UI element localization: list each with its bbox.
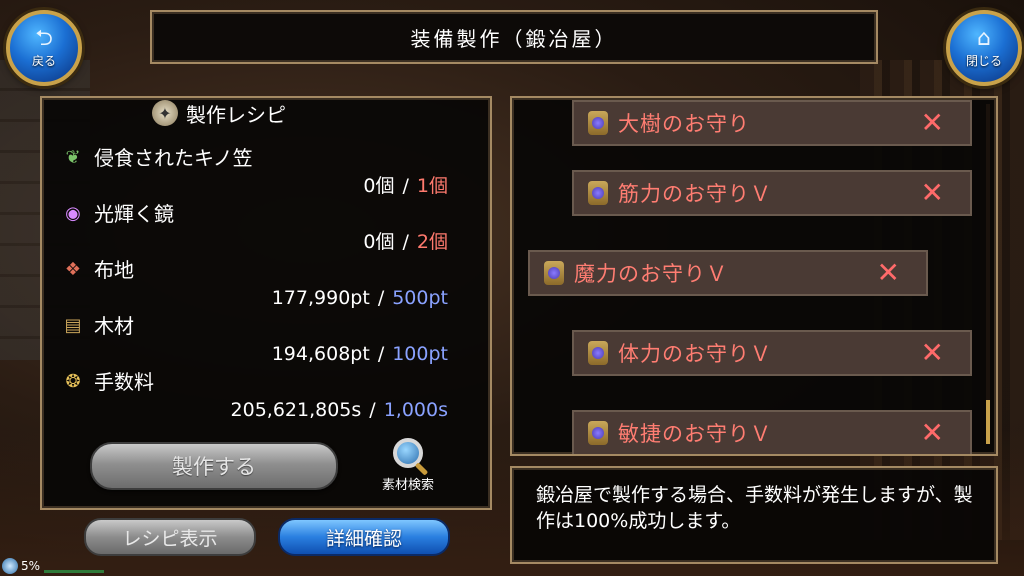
charm-icon — [588, 111, 608, 135]
list-item[interactable]: 大樹のお守り ✕ — [572, 100, 972, 146]
status-percent: 5% — [21, 559, 41, 573]
material-quantity: 0個/1個 — [363, 175, 448, 197]
material-quantity: 0個/2個 — [363, 231, 448, 253]
page-title: 装備製作（鍛冶屋） — [410, 26, 618, 51]
material-name: 手数料 — [94, 370, 154, 394]
craft-button[interactable]: 製作する — [90, 442, 338, 490]
material-row-mushroom: ❦ 侵食されたキノ笠 0個/1個 — [60, 144, 460, 202]
unavailable-x-icon: ✕ — [920, 416, 944, 449]
back-button[interactable]: ⮌ 戻る — [6, 10, 82, 86]
item-name: 筋力のお守りＶ — [618, 182, 772, 206]
message-panel: 鍛冶屋で製作する場合、手数料が発生しますが、製作は100%成功します。 — [510, 466, 998, 564]
back-label: 戻る — [31, 53, 56, 68]
unavailable-x-icon: ✕ — [920, 176, 944, 209]
scrollbar-thumb[interactable] — [986, 400, 990, 444]
material-name: 布地 — [94, 258, 134, 282]
list-item-selected[interactable]: 魔力のお守りＶ ✕ — [528, 250, 928, 296]
list-item[interactable]: 筋力のお守りＶ ✕ — [572, 170, 972, 216]
charm-icon — [588, 181, 608, 205]
magnifier-icon — [393, 438, 423, 468]
material-quantity: 205,621,805s/1,000s — [230, 399, 448, 421]
charm-icon — [588, 341, 608, 365]
material-name: 侵食されたキノ笠 — [94, 146, 253, 170]
item-list-panel: 大樹のお守り ✕ 筋力のお守りＶ ✕ 魔力のお守りＶ ✕ 体力のお守りＶ ✕ 敏… — [510, 96, 998, 456]
back-arrow-icon: ⮌ — [35, 25, 53, 51]
recipe-header: ✦ 製作レシピ — [40, 96, 360, 130]
item-name: 魔力のお守りＶ — [574, 262, 728, 286]
material-row-wood: ▤ 木材 194,608pt/100pt — [60, 312, 460, 370]
status-bar — [44, 569, 105, 573]
list-item[interactable]: 敏捷のお守りＶ ✕ — [572, 410, 972, 454]
material-name: 木材 — [94, 314, 134, 338]
recipe-view-button[interactable]: レシピ表示 — [84, 518, 256, 556]
item-name: 敏捷のお守りＶ — [618, 422, 772, 446]
material-search-label: 素材検索 — [381, 478, 434, 493]
wood-icon: ▤ — [64, 314, 82, 336]
item-list-scrollbar[interactable] — [986, 104, 990, 444]
item-name: 大樹のお守り — [618, 112, 750, 136]
detail-check-button[interactable]: 詳細確認 — [278, 518, 450, 556]
message-text: 鍛冶屋で製作する場合、手数料が発生しますが、製作は100%成功します。 — [536, 484, 973, 532]
material-name: 光輝く鏡 — [94, 202, 174, 226]
material-quantity: 177,990pt/500pt — [271, 287, 448, 309]
charm-icon — [544, 261, 564, 285]
mushroom-icon: ❦ — [65, 146, 81, 168]
close-button[interactable]: ⌂ 閉じる — [946, 10, 1022, 86]
material-row-mirror: ◉ 光輝く鏡 0個/2個 — [60, 200, 460, 258]
title-bar: 装備製作（鍛冶屋） — [150, 10, 878, 64]
close-label: 閉じる — [965, 53, 1002, 68]
recipe-title: 製作レシピ — [186, 102, 286, 127]
material-row-fee: ❂ 手数料 205,621,805s/1,000s — [60, 368, 460, 426]
material-row-cloth: ❖ 布地 177,990pt/500pt — [60, 256, 460, 314]
coins-icon: ❂ — [65, 370, 81, 392]
material-quantity: 194,608pt/100pt — [271, 343, 448, 365]
unavailable-x-icon: ✕ — [876, 256, 900, 289]
unavailable-x-icon: ✕ — [920, 106, 944, 139]
recipe-scroll-icon: ✦ — [152, 100, 178, 126]
material-search-button[interactable]: 素材検索 — [368, 438, 448, 496]
charm-icon — [588, 421, 608, 445]
unavailable-x-icon: ✕ — [920, 336, 944, 369]
cloth-icon: ❖ — [64, 258, 82, 280]
status-orb-icon — [2, 558, 18, 574]
status-indicator: 5% — [0, 556, 105, 576]
item-name: 体力のお守りＶ — [618, 342, 772, 366]
home-icon: ⌂ — [977, 25, 991, 51]
list-item[interactable]: 体力のお守りＶ ✕ — [572, 330, 972, 376]
mirror-orb-icon: ◉ — [65, 202, 81, 224]
